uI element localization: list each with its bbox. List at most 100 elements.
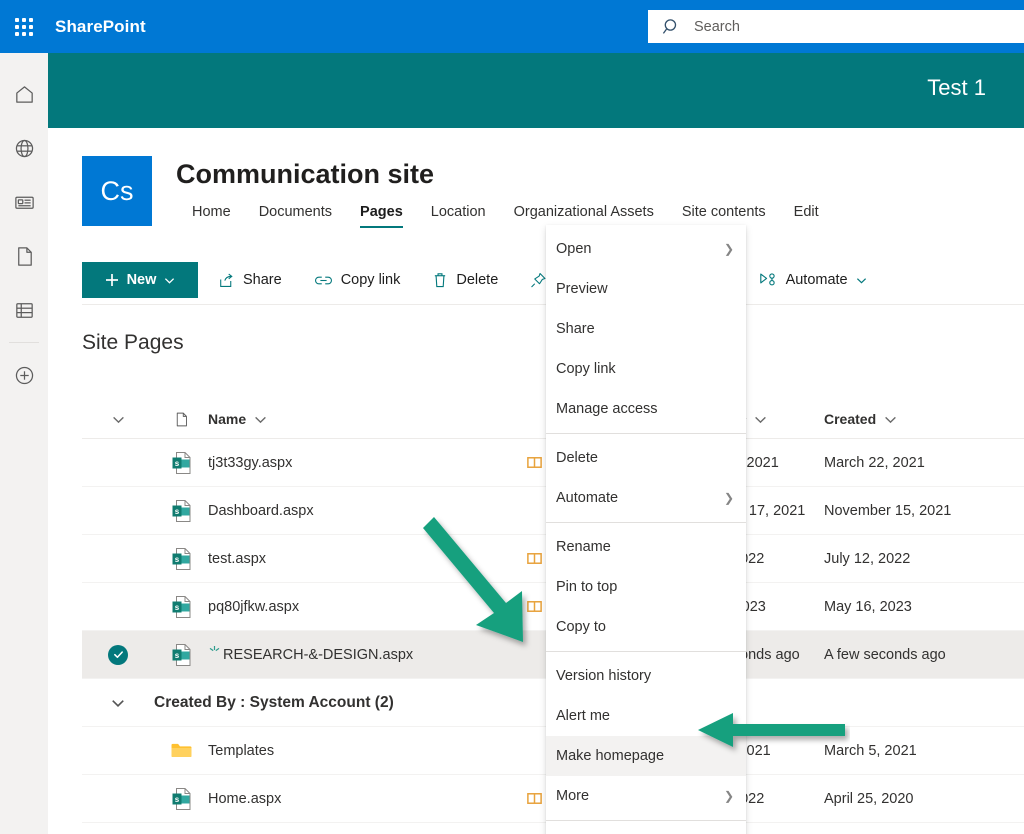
file-context-menu: Open ❯ Preview Share Copy link Manage ac…: [546, 225, 746, 834]
rail-list-icon[interactable]: [0, 283, 48, 337]
site-header-title: Test 1: [927, 75, 986, 101]
rail-page-icon[interactable]: [0, 229, 48, 283]
menu-item-make-homepage[interactable]: Make homepage: [546, 736, 746, 776]
site-navigation: Home Documents Pages Location Organizati…: [178, 200, 833, 228]
created-cell: April 25, 2020: [824, 791, 994, 807]
chevron-down-icon: [164, 275, 175, 286]
rail-globe-icon[interactable]: [0, 121, 48, 175]
chevron-right-icon: ❯: [724, 242, 734, 256]
menu-item-label: Open: [556, 241, 591, 257]
rail-home-icon[interactable]: [0, 67, 48, 121]
draft-badge-icon: [526, 454, 543, 471]
sharepoint-page-icon: s: [154, 451, 208, 475]
row-name-cell[interactable]: Home.aspx: [208, 791, 508, 807]
file-name: RESEARCH-&-DESIGN.aspx: [223, 647, 413, 663]
rail-create-icon[interactable]: [0, 348, 48, 402]
menu-item-automate[interactable]: Automate ❯: [546, 478, 746, 518]
menu-separator: [546, 820, 746, 821]
nav-item-edit[interactable]: Edit: [780, 200, 833, 228]
chevron-down-icon: [754, 413, 767, 426]
menu-item-label: Pin to top: [556, 579, 617, 595]
row-name-cell[interactable]: pq80jfkw.aspx: [208, 599, 508, 615]
sharepoint-page-icon: s: [154, 643, 208, 667]
select-all-column[interactable]: [82, 413, 154, 426]
rail-news-icon[interactable]: [0, 175, 48, 229]
menu-item-manage-access[interactable]: Manage access: [546, 389, 746, 429]
row-name-cell[interactable]: test.aspx: [208, 551, 508, 567]
created-cell: March 22, 2021: [824, 455, 994, 471]
delete-button[interactable]: Delete: [420, 262, 510, 298]
menu-item-pin-to-top[interactable]: Pin to top: [546, 567, 746, 607]
menu-item-delete[interactable]: Delete: [546, 438, 746, 478]
automate-icon: [758, 271, 778, 289]
created-cell: November 15, 2021: [824, 503, 994, 519]
created-column-header[interactable]: Created: [824, 411, 984, 427]
automate-button[interactable]: Automate: [746, 262, 879, 298]
file-type-column-header[interactable]: [154, 411, 208, 428]
sharepoint-page: SharePoint: [0, 0, 1024, 834]
suite-bar: SharePoint: [0, 0, 1024, 53]
sharepoint-page-icon: s: [154, 547, 208, 571]
sharepoint-page-icon-glyph: s: [171, 595, 192, 619]
nav-item-pages[interactable]: Pages: [346, 200, 417, 228]
menu-item-label: Preview: [556, 281, 608, 297]
sharepoint-brand-link[interactable]: SharePoint: [55, 17, 146, 37]
menu-item-preview[interactable]: Preview: [546, 269, 746, 309]
menu-item-copy-link[interactable]: Copy link: [546, 349, 746, 389]
menu-item-label: Alert me: [556, 708, 610, 724]
nav-item-organizational-assets[interactable]: Organizational Assets: [500, 200, 668, 228]
app-launcher-icon[interactable]: [0, 0, 48, 53]
folder-name: Templates: [208, 743, 274, 759]
row-name-cell[interactable]: RESEARCH-&-DESIGN.aspx: [208, 645, 508, 665]
menu-item-version-history[interactable]: Version history: [546, 656, 746, 696]
group-expand-chevron-icon[interactable]: [82, 696, 154, 710]
sharepoint-page-icon: s: [154, 595, 208, 619]
nav-item-home[interactable]: Home: [178, 200, 245, 228]
menu-item-details[interactable]: Details: [546, 825, 746, 834]
search-icon: [662, 17, 682, 37]
sharepoint-page-icon: s: [154, 499, 208, 523]
nav-item-documents[interactable]: Documents: [245, 200, 346, 228]
new-button[interactable]: New: [82, 262, 198, 298]
search-box[interactable]: [648, 10, 1024, 43]
row-name-cell[interactable]: Dashboard.aspx: [208, 503, 508, 519]
share-icon: [218, 272, 235, 289]
svg-text:s: s: [174, 602, 179, 611]
share-button[interactable]: Share: [206, 262, 294, 298]
draft-badge-icon: [526, 790, 543, 807]
menu-item-rename[interactable]: Rename: [546, 527, 746, 567]
row-checkbox-selected[interactable]: [82, 645, 154, 665]
file-name: test.aspx: [208, 551, 266, 567]
svg-text:s: s: [174, 794, 179, 803]
menu-item-label: Automate: [556, 490, 618, 506]
menu-item-label: Manage access: [556, 401, 658, 417]
menu-item-alert-me[interactable]: Alert me: [546, 696, 746, 736]
group-header-label: Created By : System Account (2): [154, 694, 394, 712]
menu-item-label: Copy to: [556, 619, 606, 635]
page-canvas: Cs Communication site Home Documents Pag…: [48, 128, 1024, 834]
row-name-cell[interactable]: tj3t33gy.aspx: [208, 455, 508, 471]
draft-badge-icon: [526, 550, 543, 567]
file-name: tj3t33gy.aspx: [208, 455, 292, 471]
nav-item-location[interactable]: Location: [417, 200, 500, 228]
menu-item-more[interactable]: More ❯: [546, 776, 746, 816]
created-column-label: Created: [824, 411, 876, 427]
menu-item-label: Share: [556, 321, 595, 337]
nav-item-site-contents[interactable]: Site contents: [668, 200, 780, 228]
menu-item-share[interactable]: Share: [546, 309, 746, 349]
site-logo: Cs: [82, 156, 152, 226]
pin-icon: [530, 271, 547, 289]
svg-text:s: s: [174, 650, 179, 659]
menu-item-label: Copy link: [556, 361, 616, 377]
folder-icon: [154, 741, 208, 760]
search-input[interactable]: [694, 19, 1024, 35]
chevron-down-icon: [856, 275, 867, 286]
menu-item-copy-to[interactable]: Copy to: [546, 607, 746, 647]
copy-link-button[interactable]: Copy link: [302, 262, 413, 298]
new-item-sparkle-icon: [208, 645, 221, 665]
menu-item-open[interactable]: Open ❯: [546, 229, 746, 269]
left-nav-rail: [0, 53, 48, 834]
svg-text:s: s: [174, 458, 179, 467]
folder-icon-glyph: [170, 741, 193, 760]
row-name-cell[interactable]: Templates: [208, 743, 508, 759]
